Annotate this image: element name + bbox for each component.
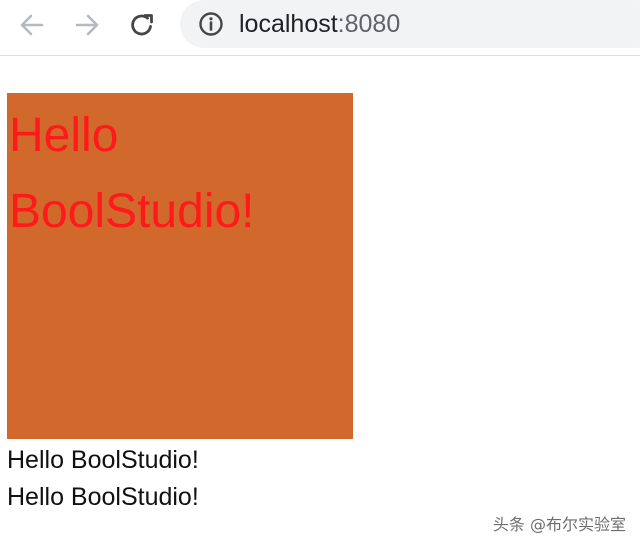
reload-icon [128,11,156,42]
arrow-left-icon [18,11,46,42]
arrow-right-icon [73,11,101,42]
text-line-2: Hello BoolStudio! [7,483,199,511]
reload-button[interactable] [124,8,160,44]
url-text[interactable]: localhost:8080 [239,9,400,39]
back-button[interactable] [14,8,50,44]
browser-toolbar: localhost:8080 [0,0,640,56]
url-port: :8080 [337,10,401,38]
forward-button[interactable] [69,8,105,44]
text-line-1: Hello BoolStudio! [7,446,199,474]
watermark: 头条 @布尔实验室 [492,515,626,534]
info-icon[interactable] [198,11,224,37]
url-host: localhost [239,10,338,38]
address-bar[interactable]: localhost:8080 [180,0,640,48]
box-heading: Hello BoolStudio! [9,109,255,238]
